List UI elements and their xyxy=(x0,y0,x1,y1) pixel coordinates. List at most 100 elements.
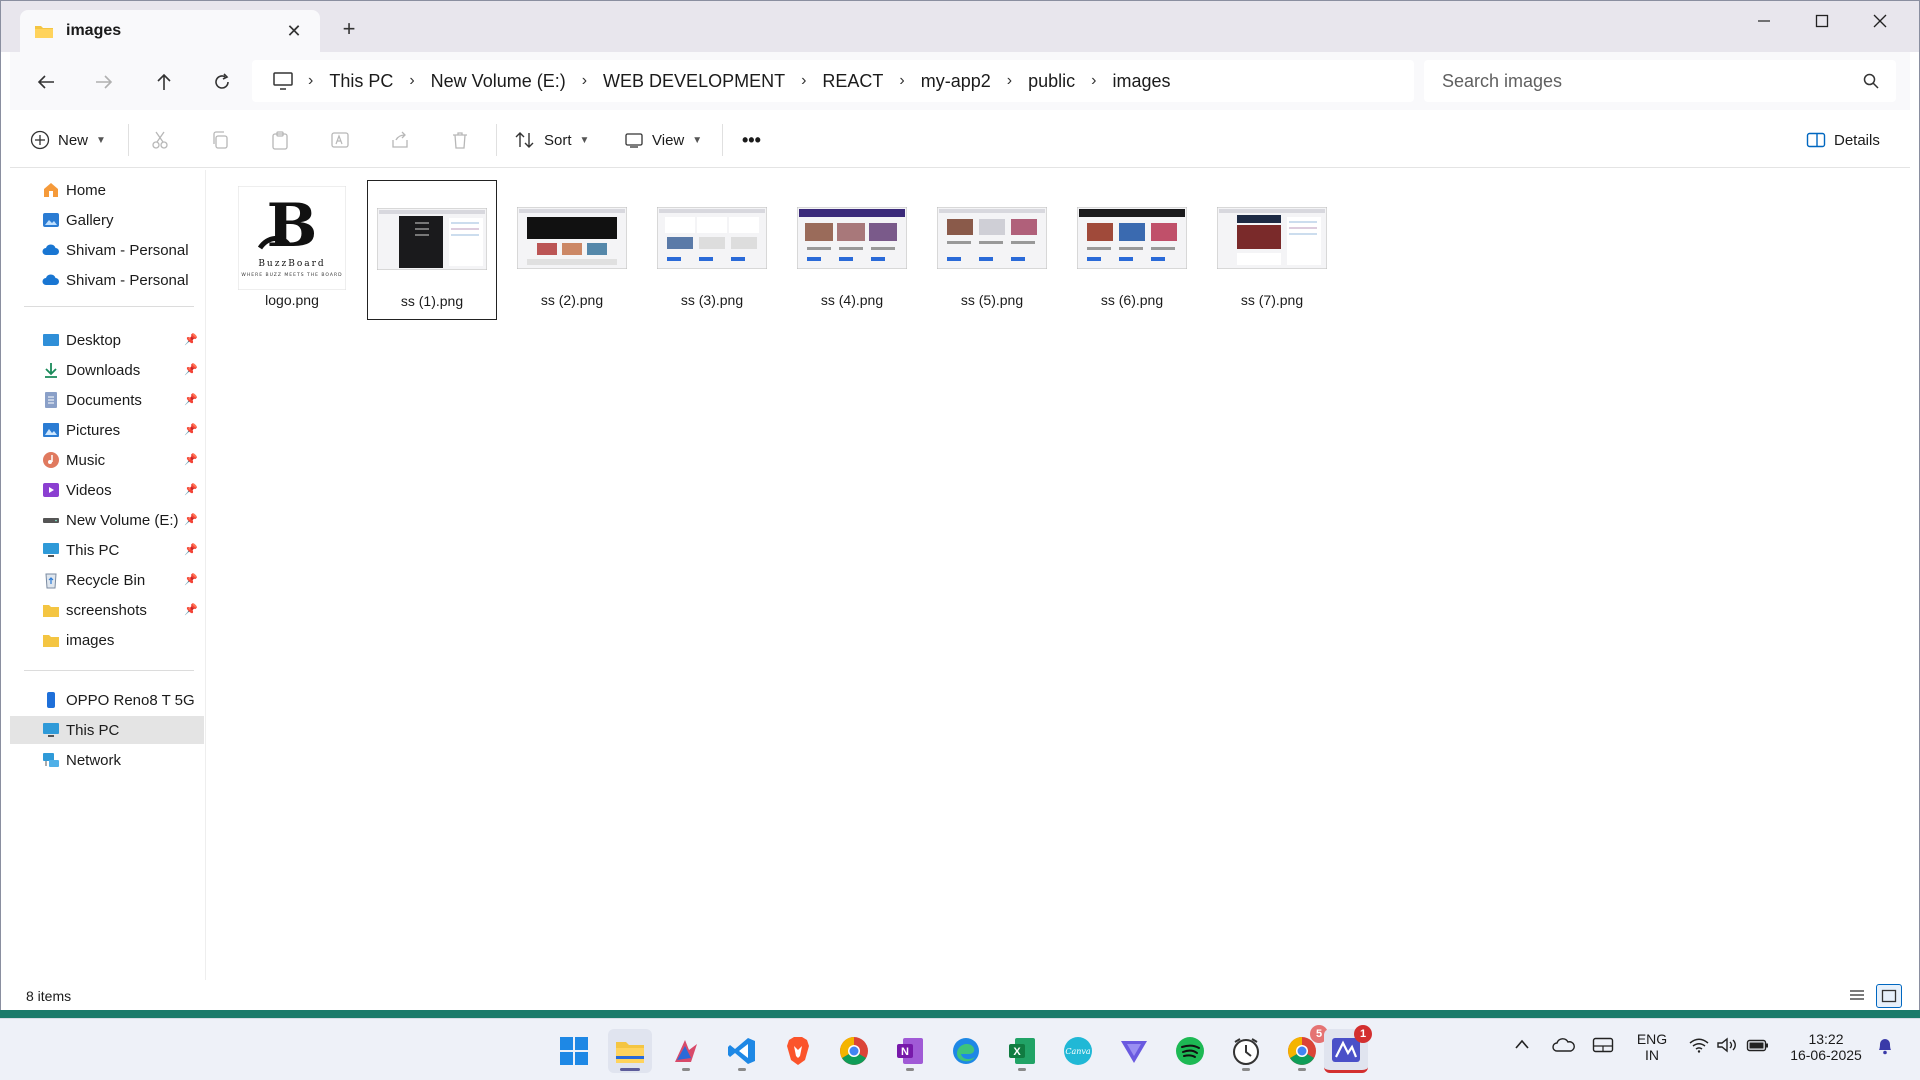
file-item[interactable]: ss (5).png xyxy=(927,180,1057,320)
thumbnail-view-button[interactable] xyxy=(1876,984,1902,1008)
pin-icon[interactable]: 📌 xyxy=(184,423,198,436)
onedrive-icon[interactable] xyxy=(1552,1037,1576,1056)
taskbar-app-drawing[interactable] xyxy=(664,1029,708,1073)
taskbar-brave[interactable] xyxy=(776,1029,820,1073)
pin-icon[interactable]: 📌 xyxy=(184,543,198,556)
pin-icon[interactable]: 📌 xyxy=(184,603,198,616)
start-button[interactable] xyxy=(552,1029,596,1073)
sidebar-item-home[interactable]: Home xyxy=(10,176,204,204)
taskbar-chrome-profile[interactable]: 5 xyxy=(1280,1025,1328,1073)
sidebar-item-downloads[interactable]: Downloads 📌 xyxy=(10,356,204,384)
pin-icon[interactable]: 📌 xyxy=(184,453,198,466)
sidebar-item-onedrive-2[interactable]: Shivam - Personal xyxy=(10,266,204,294)
cut-button[interactable] xyxy=(150,126,170,154)
back-button[interactable] xyxy=(30,66,62,98)
brave-icon xyxy=(787,1037,809,1065)
more-options-button[interactable]: ••• xyxy=(742,126,761,154)
crumb-this-pc[interactable]: This PC xyxy=(329,71,393,92)
pin-icon[interactable]: 📌 xyxy=(184,363,198,376)
sidebar-item-videos[interactable]: Videos 📌 xyxy=(10,476,204,504)
sidebar-item-documents[interactable]: Documents 📌 xyxy=(10,386,204,414)
wifi-icon[interactable] xyxy=(1688,1037,1710,1056)
crumb-images[interactable]: images xyxy=(1112,71,1170,92)
crumb-my-app2[interactable]: my-app2 xyxy=(921,71,991,92)
language-indicator[interactable]: ENG IN xyxy=(1626,1031,1678,1063)
taskbar-onenote[interactable]: N xyxy=(888,1029,932,1073)
sidebar-item-desktop[interactable]: Desktop 📌 xyxy=(10,326,204,354)
sidebar-item-phone[interactable]: OPPO Reno8 T 5G xyxy=(10,686,204,714)
delete-button[interactable] xyxy=(450,126,470,154)
sidebar-item-recycle-bin[interactable]: Recycle Bin 📌 xyxy=(10,566,204,594)
paste-button[interactable] xyxy=(270,126,290,154)
pin-icon[interactable]: 📌 xyxy=(184,393,198,406)
sidebar-item-pictures[interactable]: Pictures 📌 xyxy=(10,416,204,444)
taskbar-spotify[interactable] xyxy=(1168,1029,1212,1073)
chevron-up-icon[interactable] xyxy=(1514,1037,1530,1054)
breadcrumb[interactable]: › This PC › New Volume (E:) › WEB DEVELO… xyxy=(252,60,1414,102)
pin-icon[interactable]: 📌 xyxy=(184,333,198,346)
taskbar-clock-app[interactable] xyxy=(1224,1029,1268,1073)
sidebar-item-images[interactable]: images xyxy=(10,626,204,654)
file-item[interactable]: ss (2).png xyxy=(507,180,637,320)
taskbar-vscode[interactable] xyxy=(720,1029,764,1073)
new-button[interactable]: New ▼ xyxy=(30,126,106,154)
minimize-button[interactable] xyxy=(1736,6,1792,36)
sidebar-item-screenshots[interactable]: screenshots 📌 xyxy=(10,596,204,624)
screenshot-thumbnail xyxy=(517,207,627,269)
file-item-selected[interactable]: ss (1).png xyxy=(367,180,497,320)
file-item[interactable]: ss (3).png xyxy=(647,180,777,320)
refresh-button[interactable] xyxy=(206,66,238,98)
notifications-bell-icon[interactable] xyxy=(1876,1037,1894,1058)
sort-button[interactable]: Sort ▼ xyxy=(514,126,589,154)
up-button[interactable] xyxy=(148,66,180,98)
list-view-button[interactable] xyxy=(1844,984,1870,1008)
share-button[interactable] xyxy=(390,126,410,154)
input-panel-icon[interactable] xyxy=(1592,1037,1614,1056)
maximize-button[interactable] xyxy=(1794,6,1850,36)
sidebar-item-this-pc-pinned[interactable]: This PC 📌 xyxy=(10,536,204,564)
edge-icon xyxy=(953,1038,979,1064)
volume-icon[interactable] xyxy=(1716,1037,1738,1056)
crumb-web-development[interactable]: WEB DEVELOPMENT xyxy=(603,71,785,92)
sidebar-item-label: Gallery xyxy=(66,211,114,229)
file-item[interactable]: ss (4).png xyxy=(787,180,917,320)
battery-icon[interactable] xyxy=(1746,1037,1770,1056)
taskbar-active-app[interactable]: 1 xyxy=(1324,1025,1372,1073)
clock[interactable]: 13:22 16-06-2025 xyxy=(1782,1031,1870,1063)
new-tab-button[interactable]: + xyxy=(336,16,362,42)
file-item[interactable]: ss (6).png xyxy=(1067,180,1197,320)
forward-button[interactable] xyxy=(88,66,120,98)
sidebar-item-onedrive-1[interactable]: Shivam - Personal xyxy=(10,236,204,264)
sidebar-item-network[interactable]: Network xyxy=(10,746,204,774)
taskbar-vpn[interactable] xyxy=(1112,1029,1156,1073)
excel-icon: X xyxy=(1009,1038,1035,1064)
search-icon[interactable] xyxy=(1862,72,1880,90)
details-button[interactable]: Details xyxy=(1806,126,1880,154)
taskbar-canva[interactable]: Canva xyxy=(1056,1029,1100,1073)
taskbar-file-explorer[interactable] xyxy=(608,1029,652,1073)
crumb-react[interactable]: REACT xyxy=(822,71,883,92)
sidebar-item-this-pc[interactable]: This PC xyxy=(10,716,204,744)
taskbar-edge[interactable] xyxy=(944,1029,988,1073)
sidebar-item-new-volume[interactable]: New Volume (E:) 📌 xyxy=(10,506,204,534)
view-button[interactable]: View ▼ xyxy=(624,126,702,154)
rename-button[interactable] xyxy=(330,126,350,154)
pin-icon[interactable]: 📌 xyxy=(184,483,198,496)
close-window-button[interactable] xyxy=(1852,6,1908,36)
sidebar-item-music[interactable]: Music 📌 xyxy=(10,446,204,474)
taskbar-chrome[interactable] xyxy=(832,1029,876,1073)
search-input[interactable]: Search images xyxy=(1424,60,1896,102)
crumb-new-volume[interactable]: New Volume (E:) xyxy=(431,71,566,92)
pin-icon[interactable]: 📌 xyxy=(184,513,198,526)
taskbar-excel[interactable]: X xyxy=(1000,1029,1044,1073)
crumb-public[interactable]: public xyxy=(1028,71,1075,92)
sidebar-divider xyxy=(24,670,194,671)
sidebar-item-gallery[interactable]: Gallery xyxy=(10,206,204,234)
pin-icon[interactable]: 📌 xyxy=(184,573,198,586)
file-item[interactable]: ss (7).png xyxy=(1207,180,1337,320)
close-tab-icon[interactable]: ✕ xyxy=(282,21,306,42)
file-item[interactable]: B BuzzBoard WHERE BUZZ MEETS THE BOARD l… xyxy=(227,180,357,320)
file-name: ss (1).png xyxy=(400,293,464,309)
copy-button[interactable] xyxy=(210,126,230,154)
tab-images[interactable]: images ✕ xyxy=(20,10,320,52)
